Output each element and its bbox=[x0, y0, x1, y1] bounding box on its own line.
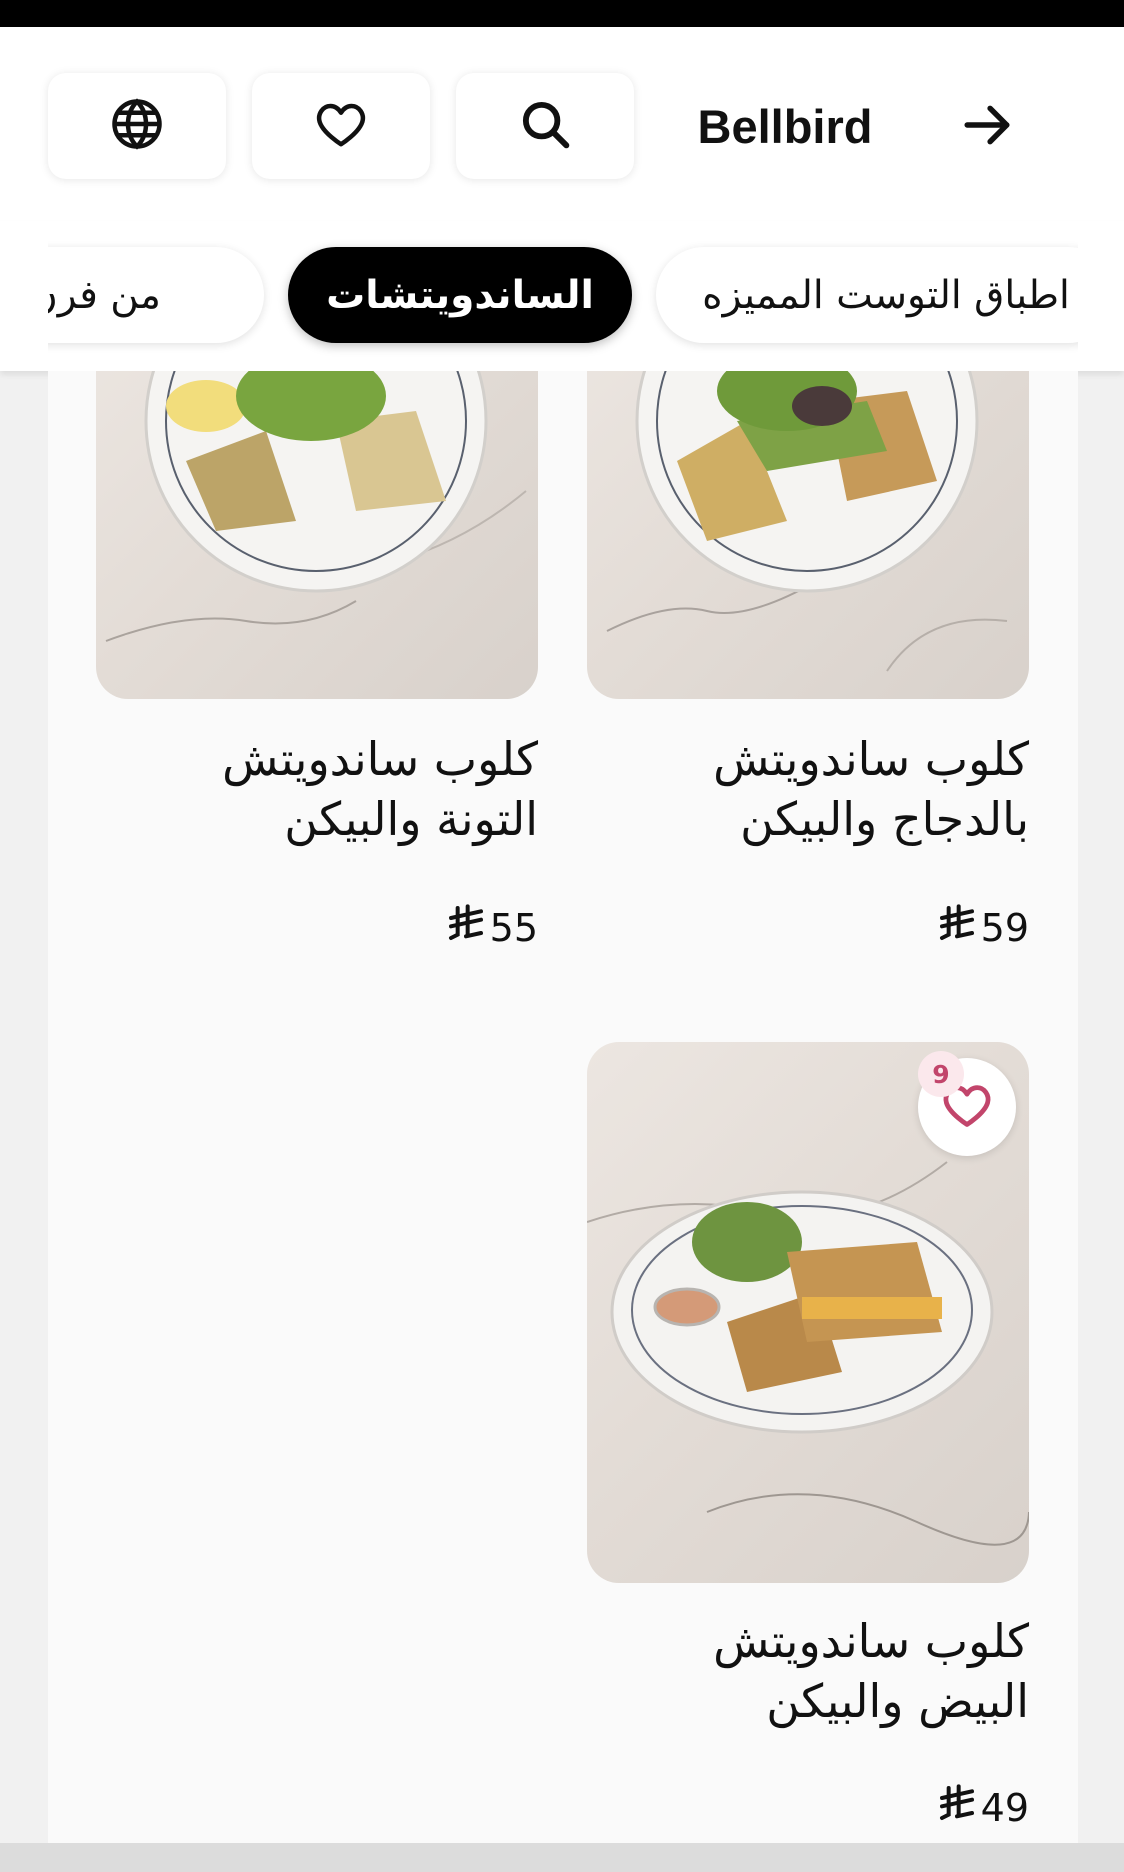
riyal-symbol-icon bbox=[446, 903, 486, 952]
tab-toast-dishes[interactable]: اطباق التوست المميزه bbox=[656, 247, 1078, 343]
header: Bellbird bbox=[0, 27, 1124, 221]
back-button[interactable] bbox=[955, 97, 1021, 157]
price-value: 55 bbox=[489, 905, 538, 950]
product-price: 59 bbox=[587, 903, 1029, 952]
product-image bbox=[96, 371, 538, 699]
product-grid: كلوب ساندويتش بالدجاج والبيكن 59 كلوب سا… bbox=[48, 371, 1078, 1843]
product-name: كلوب ساندويتش التونة والبيكن bbox=[222, 732, 538, 846]
favorites-button[interactable] bbox=[252, 73, 430, 179]
tab-oven[interactable]: من فرن الم bbox=[48, 247, 264, 343]
tab-label: من فرن الم bbox=[48, 272, 161, 318]
price-value: 49 bbox=[980, 1785, 1029, 1830]
favorites-count-badge: 9 bbox=[918, 1051, 964, 1097]
bottom-bar bbox=[0, 1843, 1124, 1872]
brand-name: Bellbird bbox=[697, 99, 873, 153]
product-price: 49 bbox=[587, 1783, 1029, 1832]
search-icon bbox=[518, 97, 572, 155]
tab-label: الساندويتشات bbox=[326, 272, 594, 318]
tab-label: اطباق التوست المميزه bbox=[702, 272, 1070, 318]
price-value: 59 bbox=[980, 905, 1029, 950]
riyal-symbol-icon bbox=[937, 1783, 977, 1832]
heart-icon bbox=[314, 99, 368, 153]
product-price: 55 bbox=[96, 903, 538, 952]
category-tabs: اطباق التوست المميزه الساندويتشات من فرن… bbox=[0, 221, 1124, 371]
product-name: كلوب ساندويتش بالدجاج والبيكن bbox=[713, 732, 1029, 846]
riyal-symbol-icon bbox=[937, 903, 977, 952]
search-button[interactable] bbox=[456, 73, 634, 179]
tab-sandwiches[interactable]: الساندويتشات bbox=[288, 247, 632, 343]
arrow-right-icon bbox=[963, 102, 1013, 152]
product-image bbox=[587, 371, 1029, 699]
status-bar bbox=[0, 0, 1124, 27]
globe-icon bbox=[110, 97, 164, 155]
language-button[interactable] bbox=[48, 73, 226, 179]
product-name: كلوب ساندويتش البيض والبيكن bbox=[713, 1614, 1029, 1728]
